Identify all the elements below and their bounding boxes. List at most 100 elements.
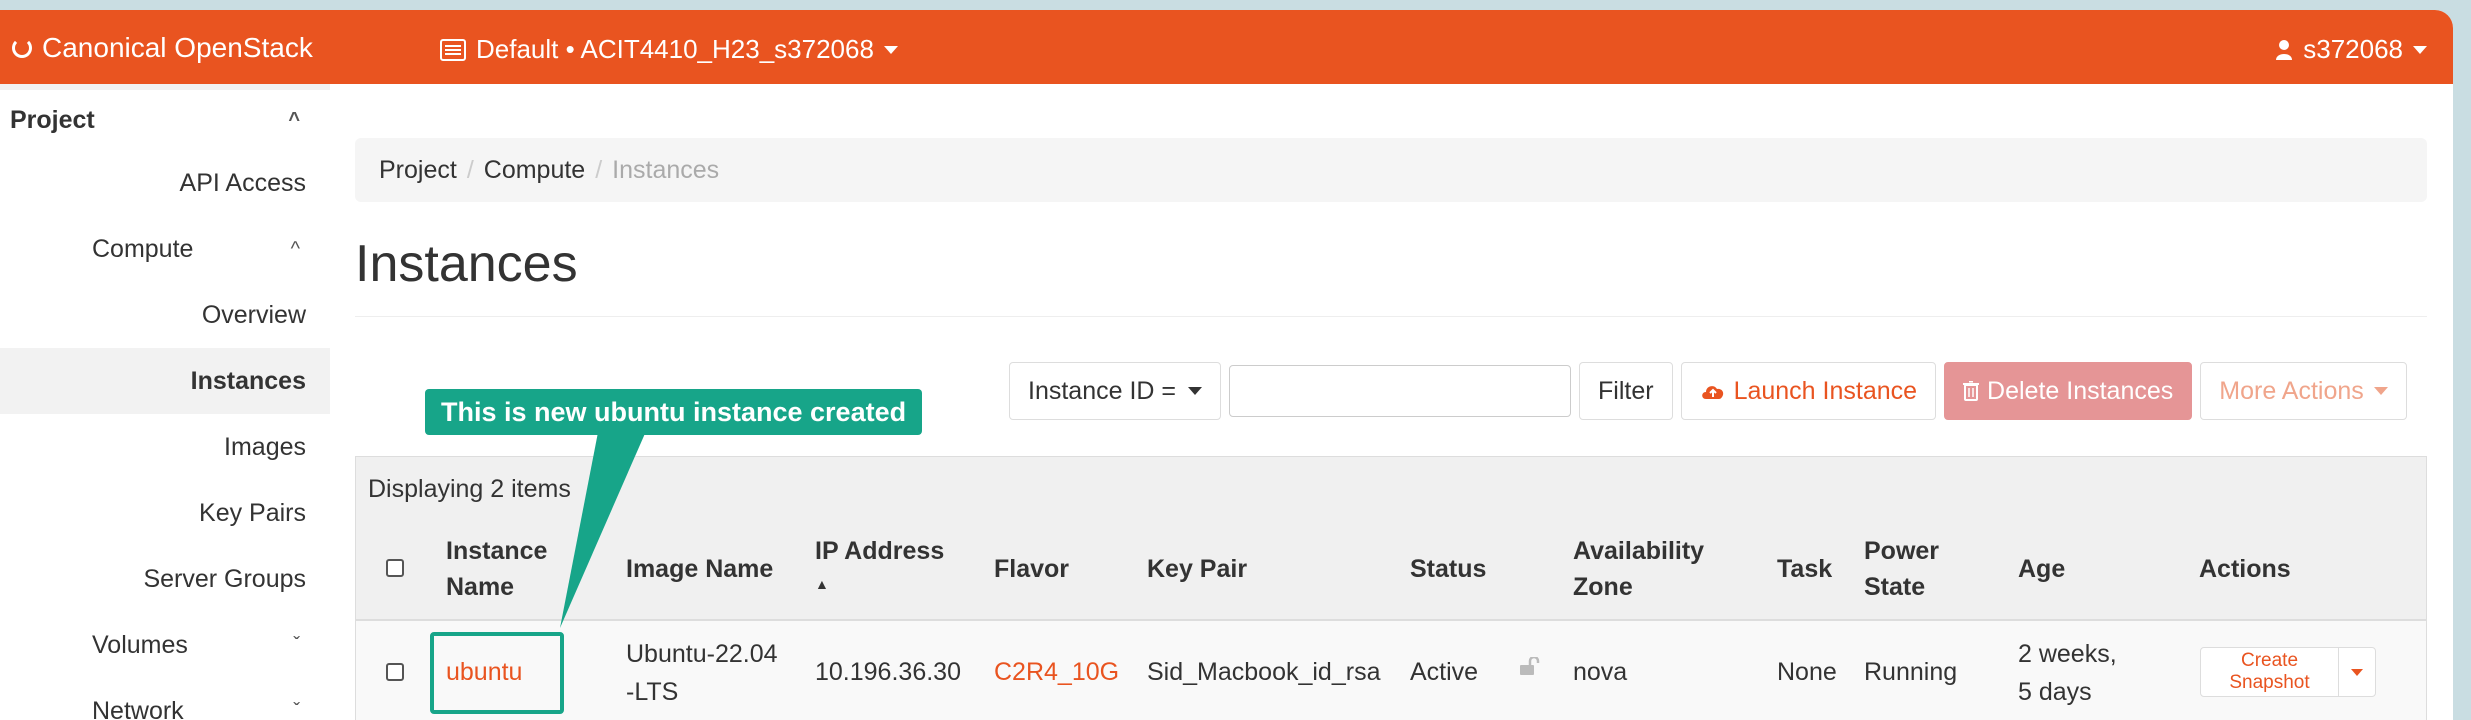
breadcrumb-compute[interactable]: Compute: [484, 156, 585, 185]
header-label: Availability: [1573, 537, 1705, 565]
delete-instances-button[interactable]: Delete Instances: [1944, 362, 2193, 420]
project-list-icon: [440, 38, 466, 61]
sidebar-item-label: Compute: [92, 234, 194, 263]
project-selector-label: Default • ACIT4410_H23_s372068: [476, 34, 874, 64]
sidebar-section-project[interactable]: Project ^: [0, 84, 330, 150]
select-all-checkbox[interactable]: [386, 559, 404, 577]
divider: [355, 316, 2427, 317]
sidebar-item-label: Volumes: [92, 630, 188, 659]
chevron-down-icon: ˇ: [293, 699, 300, 720]
header-label: IP Address: [815, 537, 945, 565]
project-selector[interactable]: Default • ACIT4410_H23_s372068: [440, 34, 898, 65]
chevron-down-icon: [1188, 387, 1202, 395]
row-actions-group: Create Snapshot: [2200, 647, 2376, 697]
sidebar-item-label: Instances: [190, 366, 306, 395]
brand[interactable]: Canonical OpenStack: [12, 32, 313, 64]
power-state-cell: Running: [1864, 658, 1958, 686]
filter-button-label: Filter: [1598, 376, 1654, 405]
availability-zone-cell: nova: [1573, 658, 1628, 686]
breadcrumb-project[interactable]: Project: [379, 156, 457, 185]
cell-text: 2 weeks,: [2018, 640, 2117, 668]
cell-text: Ubuntu-22.04: [626, 640, 778, 668]
sidebar-item-api-access[interactable]: API Access: [0, 150, 330, 216]
sidebar-item-images[interactable]: Images: [0, 414, 330, 480]
chevron-down-icon: [2373, 387, 2388, 395]
more-actions-button[interactable]: More Actions: [2200, 362, 2407, 420]
filter-button[interactable]: Filter: [1579, 362, 1673, 420]
task-cell: None: [1777, 658, 1837, 686]
header-image-name[interactable]: Image Name: [626, 551, 773, 587]
sidebar-item-label: Images: [224, 432, 306, 461]
header-task[interactable]: Task: [1777, 551, 1832, 587]
header-ip-address[interactable]: IP Address ▲: [815, 533, 944, 599]
ip-address-cell: 10.196.36.30: [815, 658, 961, 686]
chevron-down-icon: ˇ: [293, 633, 300, 656]
launch-instance-label: Launch Instance: [1733, 376, 1918, 405]
create-snapshot-button[interactable]: Create Snapshot: [2201, 648, 2339, 696]
header-availability-zone[interactable]: Availability Zone: [1573, 533, 1704, 605]
header-label: State: [1864, 573, 1926, 601]
breadcrumb: Project / Compute / Instances: [355, 138, 2427, 202]
chevron-up-icon: ^: [288, 108, 300, 131]
sidebar-item-volumes[interactable]: Volumes ˇ: [0, 612, 330, 678]
cloud-upload-icon: [1701, 386, 1723, 399]
page-title: Instances: [355, 235, 578, 293]
sidebar-item-label: Overview: [201, 300, 306, 329]
filter-field-label: Instance ID =: [1028, 376, 1176, 405]
header-key-pair[interactable]: Key Pair: [1147, 551, 1247, 587]
header-status[interactable]: Status: [1410, 551, 1486, 587]
instances-table: Displaying 2 items Instance Name Image N…: [355, 456, 2427, 720]
launch-instance-button[interactable]: Launch Instance: [1680, 362, 1937, 420]
table-toolbar: Instance ID = Filter Launch Instance Del…: [1009, 362, 2407, 420]
sidebar-item-instances[interactable]: Instances: [0, 348, 330, 414]
more-actions-label: More Actions: [2219, 376, 2364, 405]
sidebar-item-network[interactable]: Network ˇ: [0, 678, 330, 720]
brand-name: Canonical OpenStack: [42, 32, 313, 63]
trash-icon: [1963, 381, 1980, 401]
canonical-logo-icon: [12, 38, 32, 58]
header-power-state[interactable]: Power State: [1864, 533, 1939, 605]
header-actions: Actions: [2199, 555, 2291, 583]
flavor-link[interactable]: C2R4_10G: [994, 653, 1119, 691]
table-row: ubuntu Ubuntu-22.04 -LTS 10.196.36.30 C2…: [356, 619, 2426, 720]
sidebar-item-compute[interactable]: Compute ^: [0, 216, 330, 282]
row-checkbox[interactable]: [386, 663, 404, 681]
user-menu[interactable]: s372068: [2275, 34, 2427, 65]
cell-text: 5 days: [2018, 678, 2092, 706]
annotation-highlight-box: [430, 632, 564, 714]
header-label: Instance: [446, 537, 548, 565]
cell-text: -LTS: [626, 678, 679, 706]
header-label: Name: [446, 573, 515, 601]
chevron-down-icon: [883, 45, 898, 54]
header-instance-name[interactable]: Instance Name: [446, 533, 547, 605]
sidebar-item-key-pairs[interactable]: Key Pairs: [0, 480, 330, 546]
chevron-down-icon: [2351, 668, 2363, 676]
age-cell: 2 weeks, 5 days: [2018, 635, 2117, 711]
annotation-callout: This is new ubuntu instance created: [425, 389, 923, 435]
sidebar-item-label: API Access: [179, 168, 306, 197]
item-count: Displaying 2 items: [368, 475, 571, 503]
app-window: Canonical OpenStack Default • ACIT4410_H…: [0, 10, 2453, 720]
filter-field-select[interactable]: Instance ID =: [1009, 362, 1221, 420]
header-age[interactable]: Age: [2018, 551, 2065, 587]
key-pair-cell: Sid_Macbook_id_rsa: [1147, 658, 1381, 686]
sidebar-item-overview[interactable]: Overview: [0, 282, 330, 348]
header-label: Power: [1864, 537, 1940, 565]
sidebar-item-label: Network: [92, 696, 184, 720]
sidebar: Project ^ API Access Compute ^ Overview …: [0, 84, 330, 720]
filter-input[interactable]: [1229, 365, 1571, 417]
breadcrumb-separator: /: [595, 155, 603, 184]
image-name-cell: Ubuntu-22.04 -LTS: [626, 635, 778, 711]
header-label: Zone: [1573, 573, 1633, 601]
sidebar-item-label: Key Pairs: [199, 498, 306, 527]
top-navbar: Canonical OpenStack Default • ACIT4410_H…: [0, 10, 2453, 84]
user-icon: [2276, 39, 2293, 60]
sidebar-item-label: Server Groups: [143, 564, 306, 593]
sidebar-item-server-groups[interactable]: Server Groups: [0, 546, 330, 612]
row-actions-dropdown[interactable]: [2339, 668, 2375, 676]
sort-asc-icon: ▲: [815, 576, 829, 592]
header-flavor[interactable]: Flavor: [994, 551, 1069, 587]
status-cell: Active: [1410, 658, 1479, 686]
delete-instances-label: Delete Instances: [1987, 376, 2174, 405]
breadcrumb-current: Instances: [612, 155, 720, 184]
